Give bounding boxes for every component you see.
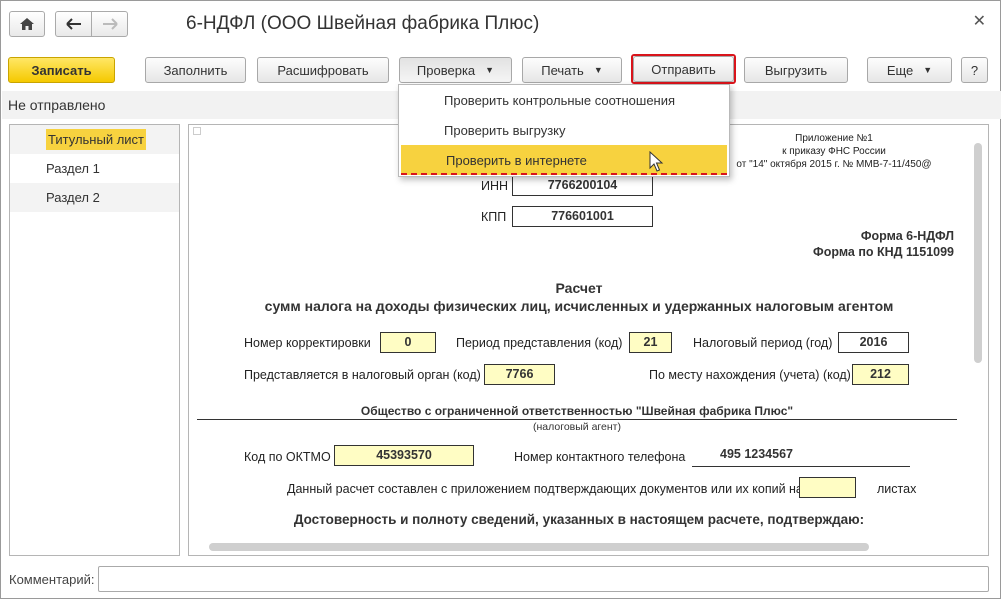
back-button[interactable]	[55, 11, 92, 37]
org-underline	[197, 419, 957, 420]
close-icon[interactable]: ✕	[973, 11, 986, 31]
more-dropdown-button[interactable]: Еще ▼	[867, 57, 952, 83]
comment-input[interactable]	[98, 566, 989, 592]
menu-item-check-ratios[interactable]: Проверить контрольные соотношения	[399, 85, 729, 115]
section-list: Титульный лист Раздел 1 Раздел 2	[9, 124, 180, 556]
org-name[interactable]: Общество с ограниченной ответственностью…	[197, 404, 957, 418]
correction-field[interactable]: 0	[380, 332, 436, 353]
oktmo-label: Код по ОКТМО	[244, 450, 331, 464]
phone-label: Номер контактного телефона	[514, 450, 686, 464]
section-item-label: Раздел 1	[46, 161, 100, 176]
appendix-line: от "14" октября 2015 г. № ММВ-7-11/450@	[736, 159, 932, 170]
check-button-label: Проверка	[416, 62, 476, 78]
horizontal-scrollbar[interactable]	[209, 543, 869, 551]
tax-period-label: Налоговый период (год)	[693, 336, 833, 350]
dropdown-arrow-icon: ▼	[485, 65, 495, 75]
appendix-line: Приложение №1	[795, 133, 873, 144]
document-window: 6-НДФЛ (ООО Швейная фабрика Плюс) ✕ Запи…	[0, 0, 1001, 599]
appendix-line: к приказу ФНС России	[782, 146, 886, 157]
report-form: Приложение №1 к приказу ФНС России от "1…	[188, 124, 989, 556]
oktmo-field[interactable]: 45393570	[334, 445, 474, 466]
section-item-label: Раздел 2	[46, 190, 100, 205]
arrow-right-icon	[102, 18, 118, 30]
org-caption: (налоговый агент)	[533, 421, 621, 433]
home-icon	[20, 18, 34, 30]
help-button[interactable]: ?	[961, 57, 988, 83]
heading-subtitle: сумм налога на доходы физических лиц, ис…	[264, 298, 894, 314]
correction-label: Номер корректировки	[244, 336, 371, 350]
form-knd: Форма по КНД 1151099	[813, 245, 954, 259]
forward-button[interactable]	[91, 11, 128, 37]
print-button-label: Печать	[541, 62, 584, 78]
more-button-label: Еще	[886, 62, 914, 78]
period-field[interactable]: 21	[629, 332, 672, 353]
comment-label: Комментарий:	[9, 572, 95, 587]
form-name: Форма 6-НДФЛ	[860, 229, 954, 243]
dropdown-arrow-icon: ▼	[593, 65, 603, 75]
export-button[interactable]: Выгрузить	[744, 57, 848, 83]
confirm-text: Достоверность и полноту сведений, указан…	[293, 512, 865, 527]
section-item-title-page[interactable]: Титульный лист	[10, 125, 179, 154]
period-label: Период представления (код)	[456, 336, 623, 350]
pages-text: Данный расчет составлен с приложением по…	[287, 482, 803, 496]
corner-marker	[193, 127, 201, 135]
home-button[interactable]	[9, 11, 45, 37]
tax-authority-label: Представляется в налоговый орган (код)	[244, 368, 481, 382]
tax-period-field[interactable]: 2016	[838, 332, 909, 353]
mouse-cursor-icon	[649, 151, 664, 172]
tax-authority-field[interactable]: 7766	[484, 364, 555, 385]
report-heading: Расчет сумм налога на доходы физических …	[189, 279, 969, 315]
kpp-field[interactable]: 776601001	[512, 206, 653, 227]
heading-title: Расчет	[555, 280, 603, 296]
check-menu: Проверить контрольные соотношения Провер…	[398, 84, 730, 177]
check-dropdown-button[interactable]: Проверка ▼	[399, 57, 512, 83]
vertical-scrollbar[interactable]	[974, 131, 982, 551]
kpp-label: КПП	[481, 210, 507, 224]
pages-field[interactable]	[799, 477, 856, 498]
inn-field[interactable]: 7766200104	[512, 175, 653, 196]
form-name-block: Форма 6-НДФЛ Форма по КНД 1151099	[813, 228, 954, 260]
decode-button[interactable]: Расшифровать	[257, 57, 389, 83]
menu-item-check-online[interactable]: Проверить в интернете	[401, 145, 727, 175]
location-field[interactable]: 212	[852, 364, 909, 385]
inn-label: ИНН	[481, 179, 509, 193]
fill-button[interactable]: Заполнить	[145, 57, 246, 83]
section-item-part-2[interactable]: Раздел 2	[10, 183, 179, 212]
save-button[interactable]: Записать	[8, 57, 115, 83]
window-title: 6-НДФЛ (ООО Швейная фабрика Плюс)	[186, 13, 540, 34]
send-button[interactable]: Отправить	[631, 54, 736, 84]
location-label: По месту нахождения (учета) (код)	[649, 368, 851, 382]
section-item-part-1[interactable]: Раздел 1	[10, 154, 179, 183]
print-dropdown-button[interactable]: Печать ▼	[522, 57, 622, 83]
scroll-thumb[interactable]	[974, 143, 982, 363]
arrow-left-icon	[65, 18, 81, 30]
appendix-note: Приложение №1 к приказу ФНС России от "1…	[719, 132, 949, 171]
pages-suffix: листах	[877, 482, 917, 496]
send-button-label: Отправить	[633, 56, 734, 82]
menu-item-check-export[interactable]: Проверить выгрузку	[399, 115, 729, 145]
phone-field[interactable]: 495 1234567	[692, 447, 910, 467]
dropdown-arrow-icon: ▼	[923, 65, 933, 75]
section-item-label: Титульный лист	[46, 129, 147, 150]
